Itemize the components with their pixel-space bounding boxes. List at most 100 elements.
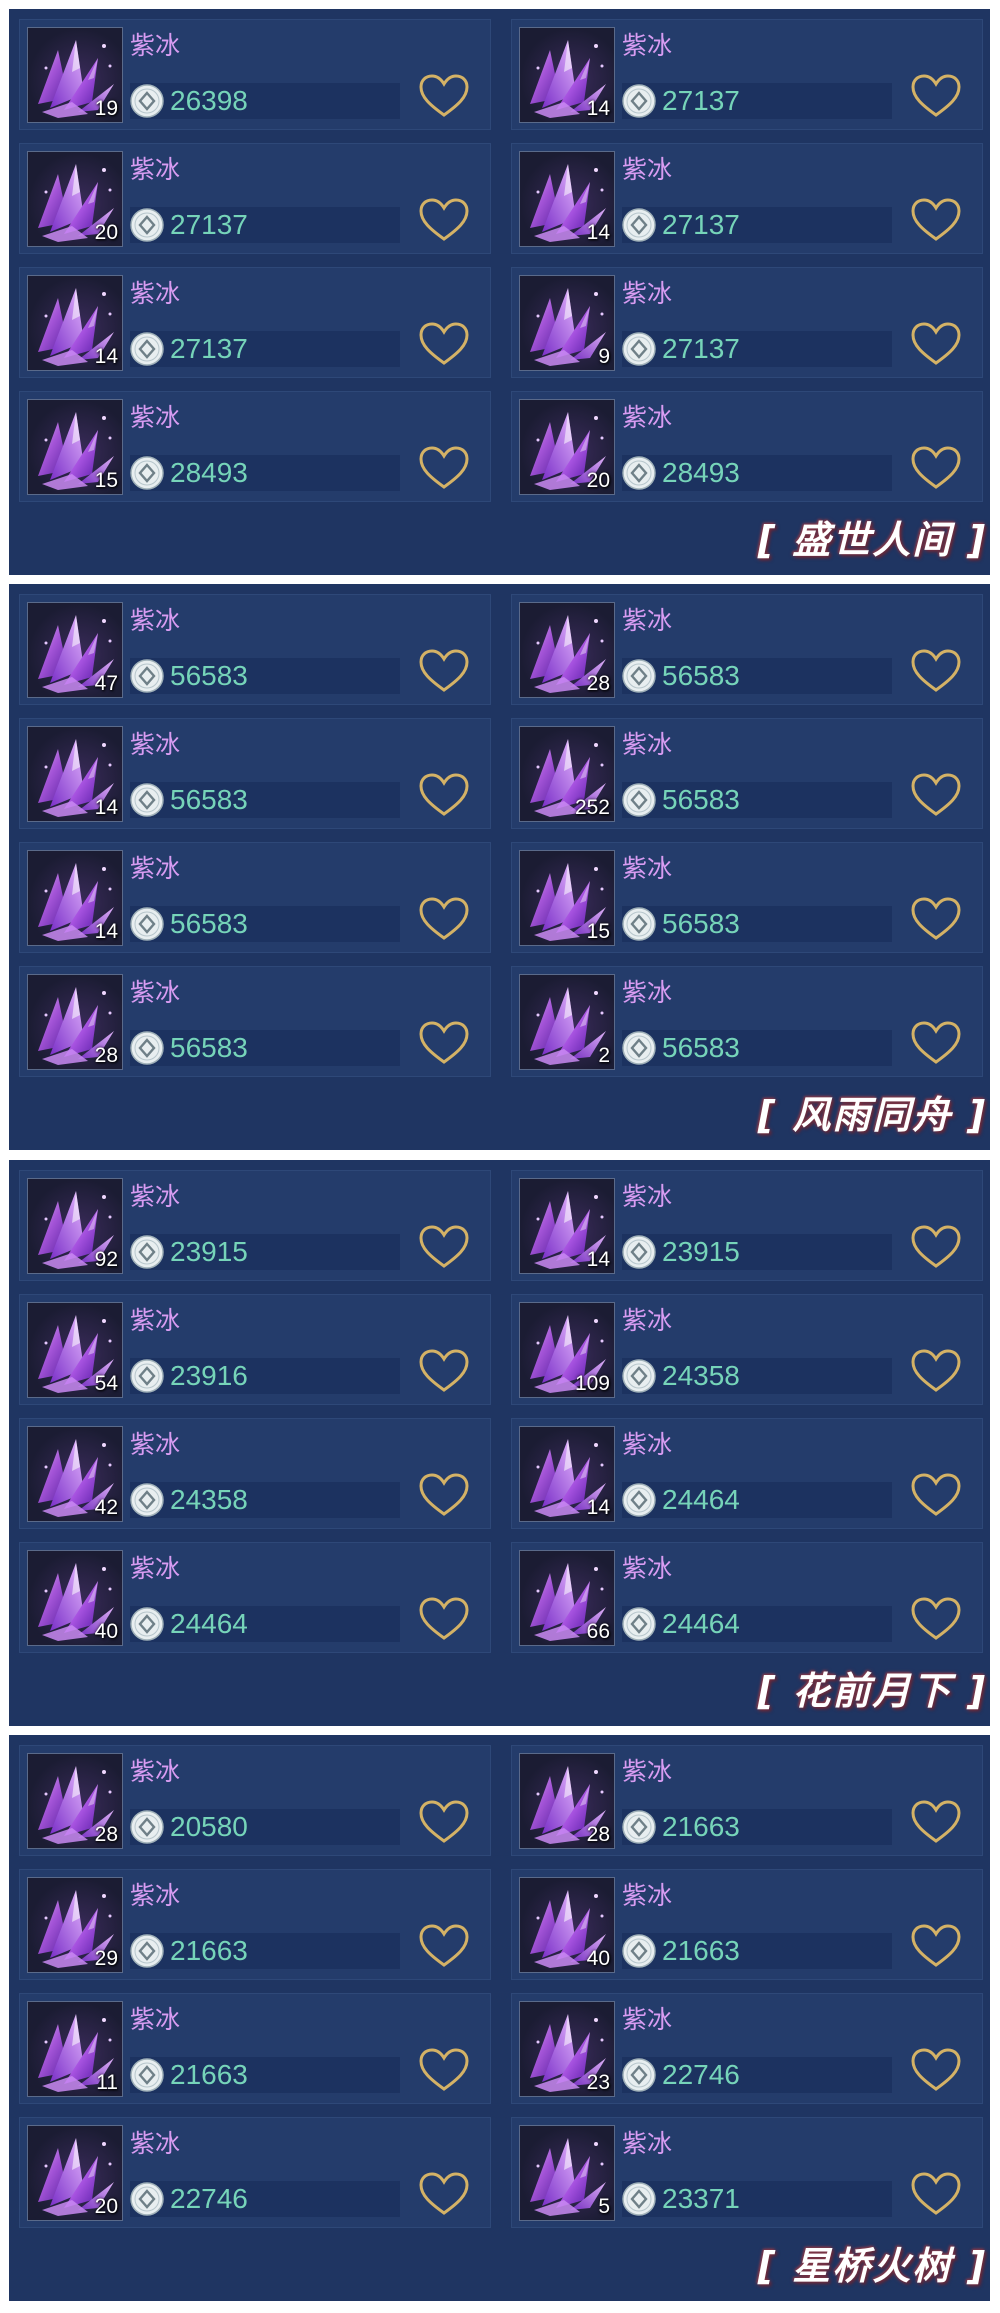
item-thumbnail[interactable]: 14 [519, 151, 615, 247]
favorite-button[interactable] [418, 2171, 470, 2217]
item-thumbnail[interactable]: 19 [27, 27, 123, 123]
item-thumbnail[interactable]: 5 [519, 2125, 615, 2221]
item-thumbnail[interactable]: 66 [519, 1550, 615, 1646]
favorite-button[interactable] [418, 1020, 470, 1066]
item-thumbnail[interactable]: 28 [27, 974, 123, 1070]
item-listing-card[interactable]: 54 紫冰 23916 [19, 1294, 491, 1405]
item-thumbnail[interactable]: 92 [27, 1178, 123, 1274]
item-listing-card[interactable]: 29 紫冰 21663 [19, 1869, 491, 1980]
item-listing-card[interactable]: 92 紫冰 23915 [19, 1170, 491, 1281]
favorite-button[interactable] [418, 73, 470, 119]
item-thumbnail[interactable]: 20 [27, 151, 123, 247]
favorite-button[interactable] [910, 321, 962, 367]
item-listing-card[interactable]: 28 紫冰 56583 [511, 594, 983, 705]
favorite-button[interactable] [418, 445, 470, 491]
item-listing-card[interactable]: 14 紫冰 27137 [511, 143, 983, 254]
favorite-button[interactable] [418, 1224, 470, 1270]
favorite-button[interactable] [910, 1224, 962, 1270]
item-listing-card[interactable]: 9 紫冰 27137 [511, 267, 983, 378]
favorite-button[interactable] [910, 445, 962, 491]
favorite-button[interactable] [418, 896, 470, 942]
item-listing-card[interactable]: 40 紫冰 24464 [19, 1542, 491, 1653]
item-thumbnail[interactable]: 14 [27, 726, 123, 822]
item-thumbnail[interactable]: 14 [519, 27, 615, 123]
favorite-button[interactable] [910, 896, 962, 942]
silver-coin-icon [130, 1483, 164, 1517]
favorite-button[interactable] [910, 1923, 962, 1969]
item-thumbnail[interactable]: 47 [27, 602, 123, 698]
item-thumbnail[interactable]: 20 [519, 399, 615, 495]
favorite-button[interactable] [418, 1596, 470, 1642]
item-thumbnail[interactable]: 54 [27, 1302, 123, 1398]
item-thumbnail[interactable]: 15 [519, 850, 615, 946]
item-listing-card[interactable]: 20 紫冰 28493 [511, 391, 983, 502]
item-listing-card[interactable]: 66 紫冰 24464 [511, 1542, 983, 1653]
item-listing-card[interactable]: 109 紫冰 24358 [511, 1294, 983, 1405]
item-quantity: 20 [94, 221, 118, 244]
item-thumbnail[interactable]: 14 [519, 1178, 615, 1274]
item-listing-card[interactable]: 47 紫冰 56583 [19, 594, 491, 705]
item-thumbnail[interactable]: 40 [27, 1550, 123, 1646]
favorite-button[interactable] [910, 2047, 962, 2093]
item-listing-card[interactable]: 20 紫冰 22746 [19, 2117, 491, 2228]
item-listing-card[interactable]: 28 紫冰 21663 [511, 1745, 983, 1856]
item-quantity: 92 [94, 1248, 118, 1271]
favorite-button[interactable] [910, 1472, 962, 1518]
item-listing-card[interactable]: 15 紫冰 56583 [511, 842, 983, 953]
favorite-button[interactable] [418, 1799, 470, 1845]
item-listing-card[interactable]: 252 紫冰 56583 [511, 718, 983, 829]
favorite-button[interactable] [910, 2171, 962, 2217]
favorite-button[interactable] [418, 1923, 470, 1969]
item-thumbnail[interactable]: 15 [27, 399, 123, 495]
favorite-button[interactable] [418, 1348, 470, 1394]
item-thumbnail[interactable]: 40 [519, 1877, 615, 1973]
item-thumbnail[interactable]: 11 [27, 2001, 123, 2097]
item-thumbnail[interactable]: 29 [27, 1877, 123, 1973]
item-listing-card[interactable]: 14 紫冰 56583 [19, 718, 491, 829]
item-thumbnail[interactable]: 14 [519, 1426, 615, 1522]
item-listing-card[interactable]: 11 紫冰 21663 [19, 1993, 491, 2104]
item-thumbnail[interactable]: 28 [27, 1753, 123, 1849]
item-thumbnail[interactable]: 42 [27, 1426, 123, 1522]
item-listing-card[interactable]: 14 紫冰 23915 [511, 1170, 983, 1281]
favorite-button[interactable] [910, 73, 962, 119]
favorite-button[interactable] [418, 772, 470, 818]
favorite-button[interactable] [418, 321, 470, 367]
item-listing-card[interactable]: 20 紫冰 27137 [19, 143, 491, 254]
favorite-button[interactable] [418, 2047, 470, 2093]
item-listing-card[interactable]: 23 紫冰 22746 [511, 1993, 983, 2104]
favorite-button[interactable] [418, 1472, 470, 1518]
item-listing-card[interactable]: 2 紫冰 56583 [511, 966, 983, 1077]
item-listing-card[interactable]: 40 紫冰 21663 [511, 1869, 983, 1980]
item-thumbnail[interactable]: 109 [519, 1302, 615, 1398]
item-thumbnail[interactable]: 28 [519, 1753, 615, 1849]
item-listing-card[interactable]: 14 紫冰 56583 [19, 842, 491, 953]
item-listing-card[interactable]: 28 紫冰 20580 [19, 1745, 491, 1856]
item-thumbnail[interactable]: 14 [27, 850, 123, 946]
item-listing-card[interactable]: 5 紫冰 23371 [511, 2117, 983, 2228]
item-thumbnail[interactable]: 252 [519, 726, 615, 822]
item-thumbnail[interactable]: 28 [519, 602, 615, 698]
favorite-button[interactable] [418, 197, 470, 243]
item-thumbnail[interactable]: 20 [27, 2125, 123, 2221]
favorite-button[interactable] [418, 648, 470, 694]
item-listing-card[interactable]: 14 紫冰 27137 [19, 267, 491, 378]
favorite-button[interactable] [910, 1348, 962, 1394]
price-field: 23915 [622, 1234, 892, 1270]
item-thumbnail[interactable]: 9 [519, 275, 615, 371]
favorite-button[interactable] [910, 1596, 962, 1642]
item-listing-card[interactable]: 14 紫冰 24464 [511, 1418, 983, 1529]
item-listing-card[interactable]: 42 紫冰 24358 [19, 1418, 491, 1529]
favorite-button[interactable] [910, 772, 962, 818]
item-listing-card[interactable]: 19 紫冰 26398 [19, 19, 491, 130]
favorite-button[interactable] [910, 648, 962, 694]
item-thumbnail[interactable]: 14 [27, 275, 123, 371]
item-thumbnail[interactable]: 2 [519, 974, 615, 1070]
item-listing-card[interactable]: 14 紫冰 27137 [511, 19, 983, 130]
favorite-button[interactable] [910, 197, 962, 243]
favorite-button[interactable] [910, 1020, 962, 1066]
item-thumbnail[interactable]: 23 [519, 2001, 615, 2097]
item-listing-card[interactable]: 15 紫冰 28493 [19, 391, 491, 502]
item-listing-card[interactable]: 28 紫冰 56583 [19, 966, 491, 1077]
favorite-button[interactable] [910, 1799, 962, 1845]
